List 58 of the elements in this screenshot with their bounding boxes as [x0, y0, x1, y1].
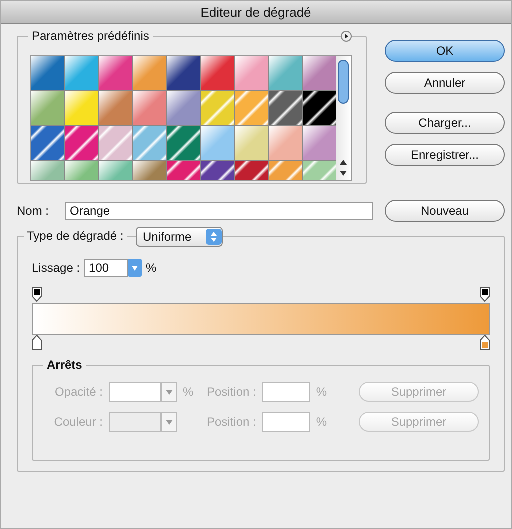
scroll-thumb[interactable]: [338, 60, 349, 104]
type-label: Type de dégradé :: [24, 229, 127, 243]
dialog-button[interactable]: Enregistrer...: [385, 144, 505, 166]
dialog-button[interactable]: OK: [385, 40, 505, 62]
stop-label: Opacité :: [54, 385, 103, 399]
opacity-stop-icon[interactable]: [32, 287, 42, 302]
gradient-swatch[interactable]: [235, 126, 268, 160]
smoothing-label: Lissage :: [32, 261, 80, 275]
gradient-swatch[interactable]: [133, 56, 166, 90]
gradient-swatch[interactable]: [133, 126, 166, 160]
up-arrow-icon[interactable]: [340, 160, 347, 165]
gradient-swatch[interactable]: [167, 91, 200, 125]
gradient-swatch[interactable]: [65, 56, 98, 90]
stepper-arrows-icon[interactable]: [206, 229, 222, 245]
gradient-swatch[interactable]: [201, 56, 234, 90]
gradient-swatch[interactable]: [65, 91, 98, 125]
gradient-swatch[interactable]: [201, 91, 234, 125]
gradient-swatch[interactable]: [201, 126, 234, 160]
stops-title: Arrêts: [43, 358, 86, 372]
gradient-swatch[interactable]: [99, 91, 132, 125]
presets-title: Paramètres prédéfinis: [28, 29, 154, 43]
window-title: Editeur de dégradé: [1, 1, 511, 24]
gradient-swatch[interactable]: [99, 56, 132, 90]
gradient-swatch[interactable]: [303, 56, 336, 90]
gradient-swatch[interactable]: [31, 91, 64, 125]
name-label: Nom :: [17, 204, 50, 218]
down-arrow-icon[interactable]: [340, 171, 347, 176]
gradient-swatch[interactable]: [31, 56, 64, 90]
color-stop-icon[interactable]: [32, 335, 42, 350]
smoothing-field[interactable]: 100: [84, 259, 128, 277]
gradient-swatch[interactable]: [31, 126, 64, 160]
gradient-swatch[interactable]: [269, 56, 302, 90]
gradient-swatch[interactable]: [303, 126, 336, 160]
gradient-swatch[interactable]: [65, 126, 98, 160]
type-popup[interactable]: Uniforme: [136, 227, 223, 247]
percent-label: %: [146, 261, 157, 275]
gradient-swatch[interactable]: [235, 56, 268, 90]
dropdown-icon[interactable]: [128, 259, 142, 277]
gradient-swatch[interactable]: [235, 91, 268, 125]
percent-label: %: [316, 415, 328, 429]
opacity-stop-icon[interactable]: [480, 287, 490, 302]
percent-label: %: [183, 385, 195, 399]
gradient-swatch[interactable]: [167, 56, 200, 90]
percent-label: %: [316, 385, 328, 399]
dialog-button[interactable]: Annuler: [385, 72, 505, 94]
gradient-swatch[interactable]: [269, 91, 302, 125]
new-button[interactable]: Nouveau: [385, 200, 505, 222]
position-label: Position :: [207, 415, 256, 429]
gradient-swatch[interactable]: [133, 91, 166, 125]
gradient-swatch[interactable]: [269, 126, 302, 160]
gradient-swatch[interactable]: [167, 126, 200, 160]
color-stop-icon[interactable]: [480, 335, 490, 350]
position-label: Position :: [207, 385, 256, 399]
dialog-button[interactable]: Charger...: [385, 112, 505, 134]
stop-label: Couleur :: [53, 415, 103, 429]
gradient-swatch[interactable]: [99, 126, 132, 160]
name-field[interactable]: Orange: [65, 202, 374, 220]
gradient-swatch[interactable]: [303, 91, 336, 125]
